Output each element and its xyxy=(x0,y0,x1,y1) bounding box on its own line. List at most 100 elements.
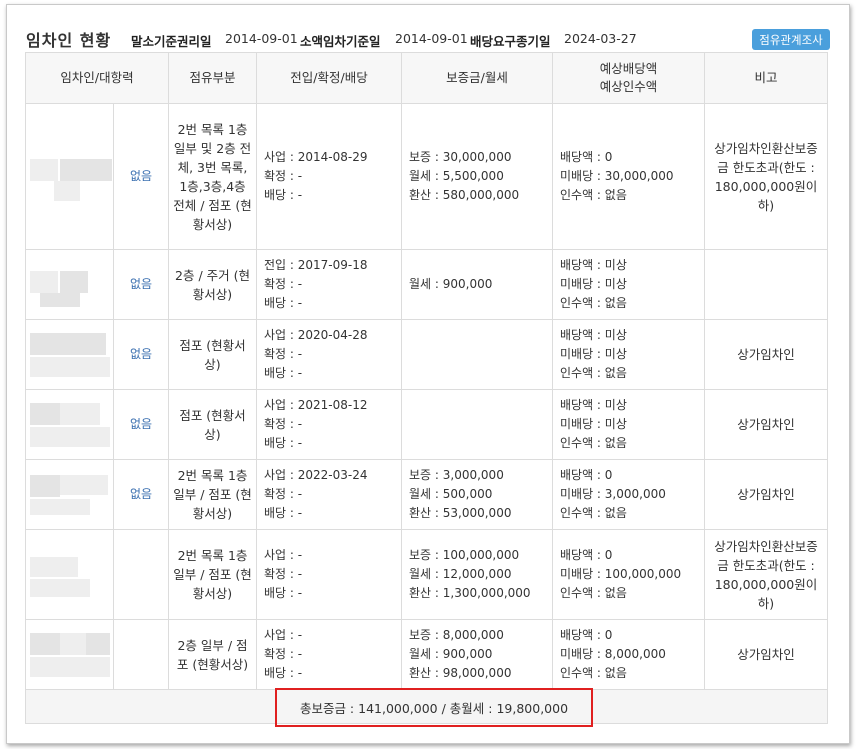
dividend-line: 미배당 : 30,000,000 xyxy=(560,169,674,183)
dividend-line: 인수액 : 없음 xyxy=(560,506,627,520)
deposit-line: 월세 : 5,500,000 xyxy=(409,169,504,183)
opposability-link[interactable]: 없음 xyxy=(130,417,152,431)
dividend-line: 배당액 : 0 xyxy=(560,468,613,482)
expected-dividend-cell: 배당액 : 0 미배당 : 30,000,000 인수액 : 없음 xyxy=(552,103,705,250)
deposit-line: 보증 : 3,000,000 xyxy=(409,468,504,482)
deposit-line: 월세 : 12,000,000 xyxy=(409,567,512,581)
blur-block xyxy=(40,292,80,307)
cancel-base-date-value: 2014-09-01 xyxy=(225,31,298,46)
date-line: 전입 : 2017-09-18 xyxy=(264,258,368,272)
date-line: 배당 : - xyxy=(264,366,303,380)
table-row: 없음 2번 목록 1층 일부 / 점포 (현황서상) 사업 : 2022-03-24… xyxy=(25,459,828,530)
opposability-cell: 없음 xyxy=(113,459,169,530)
blur-block xyxy=(60,158,88,181)
panel-title: 임차인 현황 xyxy=(26,31,112,50)
dividend-deadline-value: 2024-03-27 xyxy=(564,31,637,46)
redacted-name-blur xyxy=(30,257,109,313)
deposit-line: 환산 : 53,000,000 xyxy=(409,506,512,520)
date-line: 배당 : - xyxy=(264,436,303,450)
note-cell: 상가임차인 xyxy=(704,459,828,530)
redacted-name-blur xyxy=(30,547,109,603)
opposability-link[interactable]: 없음 xyxy=(130,487,152,501)
deposit-line: 환산 : 580,000,000 xyxy=(409,188,520,202)
dividend-line: 인수액 : 없음 xyxy=(560,436,627,450)
note-cell: 상가임차인환산보증금 한도초과(한도 : 180,000,000원이하) xyxy=(704,103,828,250)
table-header-row: 임차인/대항력 점유부분 전입/확정/배당 보증금/월세 예상배당액 예상인수액 … xyxy=(25,52,828,104)
small-lease-date-label: 소액임차기준일 xyxy=(300,34,381,49)
col-note: 비고 xyxy=(704,52,828,104)
deposit-rent-cell: 월세 : 900,000 xyxy=(401,249,553,320)
blur-block xyxy=(58,556,78,577)
note-cell: 상가임차인 xyxy=(704,619,828,690)
opposability-cell: 없음 xyxy=(113,319,169,390)
move-in-dates-cell: 사업 : 2022-03-24 확정 : - 배당 : - xyxy=(256,459,402,530)
blur-block xyxy=(60,402,100,425)
tenant-status-panel: 임차인 현황 말소기준권리일 2014-09-01 소액임차기준일 2014-0… xyxy=(6,4,850,744)
date-line: 확정 : - xyxy=(264,277,303,291)
table-row: 2층 일부 / 점포 (현황서상) 사업 : - 확정 : - 배당 : - 보증 : … xyxy=(25,619,828,690)
blur-block xyxy=(30,474,60,497)
date-line: 확정 : - xyxy=(264,487,303,501)
table-row: 없음 점포 (현황서상) 사업 : 2021-08-12 확정 : - 배당 : - 배당… xyxy=(25,389,828,460)
date-line: 확정 : - xyxy=(264,567,303,581)
opposability-link[interactable]: 없음 xyxy=(130,277,152,291)
col-dividend-line1: 예상배당액 xyxy=(599,61,658,76)
date-line: 확정 : - xyxy=(264,169,303,183)
date-line: 확정 : - xyxy=(264,647,303,661)
col-dividend-line2: 예상인수액 xyxy=(599,79,658,94)
occupied-part-cell: 2번 목록 1층 일부 / 점포 (현황서상) xyxy=(168,459,257,530)
expected-dividend-cell: 배당액 : 0 미배당 : 8,000,000 인수액 : 없음 xyxy=(552,619,705,690)
opposability-cell: 없음 xyxy=(113,389,169,460)
dividend-line: 미배당 : 미상 xyxy=(560,417,627,431)
blur-block xyxy=(86,158,112,181)
small-lease-date-value: 2014-09-01 xyxy=(395,31,468,46)
date-line: 배당 : - xyxy=(264,586,303,600)
occupancy-survey-button[interactable]: 점유관계조사 xyxy=(752,29,830,50)
tenant-name-redacted xyxy=(25,529,114,620)
date-line: 사업 : - xyxy=(264,548,303,562)
blur-block xyxy=(30,556,58,577)
expected-dividend-cell: 배당액 : 0 미배당 : 100,000,000 인수액 : 없음 xyxy=(552,529,705,620)
col-dates: 전입/확정/배당 xyxy=(256,52,402,104)
blur-block xyxy=(60,270,88,293)
blur-block xyxy=(30,158,58,181)
redacted-name-blur xyxy=(30,397,110,453)
opposability-link[interactable]: 없음 xyxy=(130,169,152,183)
deposit-line: 보증 : 8,000,000 xyxy=(409,628,504,642)
expected-dividend-cell: 배당액 : 미상 미배당 : 미상 인수액 : 없음 xyxy=(552,319,705,390)
date-line: 확정 : - xyxy=(264,347,303,361)
dividend-line: 배당액 : 0 xyxy=(560,628,613,642)
deposit-line: 보증 : 100,000,000 xyxy=(409,548,520,562)
tenant-name-redacted xyxy=(25,249,114,320)
deposit-rent-cell: 보증 : 8,000,000 월세 : 900,000 환산 : 98,000,00… xyxy=(401,619,553,690)
deposit-line: 월세 : 900,000 xyxy=(409,647,493,661)
blur-block xyxy=(60,474,108,495)
col-part: 점유부분 xyxy=(168,52,257,104)
opposability-cell xyxy=(113,529,169,620)
tenant-name-redacted xyxy=(25,319,114,390)
dividend-line: 미배당 : 3,000,000 xyxy=(560,487,666,501)
move-in-dates-cell: 사업 : 2021-08-12 확정 : - 배당 : - xyxy=(256,389,402,460)
blur-block xyxy=(30,332,66,355)
deposit-line: 환산 : 1,300,000,000 xyxy=(409,586,531,600)
deposit-line: 환산 : 98,000,000 xyxy=(409,666,512,680)
occupied-part-cell: 점포 (현황서상) xyxy=(168,319,257,390)
opposability-link[interactable]: 없음 xyxy=(130,347,152,361)
totals-summary: 총보증금 : 141,000,000 / 총월세 : 19,800,000 xyxy=(275,688,593,727)
redacted-name-blur xyxy=(30,149,112,205)
occupied-part-cell: 2번 목록 1층 일부 및 2층 전체, 3번 목록, 1층,3층,4층 전체 … xyxy=(168,103,257,250)
dividend-line: 미배당 : 8,000,000 xyxy=(560,647,666,661)
dividend-line: 인수액 : 없음 xyxy=(560,666,627,680)
note-cell: 상가임차인 xyxy=(704,389,828,460)
dividend-line: 미배당 : 100,000,000 xyxy=(560,567,682,581)
table-row: 없음 점포 (현황서상) 사업 : 2020-04-28 확정 : - 배당 : - 배당… xyxy=(25,319,828,390)
occupied-part-cell: 2층 / 주거 (현황서상) xyxy=(168,249,257,320)
tenant-name-redacted xyxy=(25,459,114,530)
blur-block xyxy=(30,356,110,377)
expected-dividend-cell: 배당액 : 미상 미배당 : 미상 인수액 : 없음 xyxy=(552,249,705,320)
cancel-base-date-label: 말소기준권리일 xyxy=(131,34,212,49)
date-line: 사업 : 2021-08-12 xyxy=(264,398,368,412)
col-tenant: 임차인/대항력 xyxy=(25,52,169,104)
date-line: 확정 : - xyxy=(264,417,303,431)
dividend-deadline-label: 배당요구종기일 xyxy=(470,34,551,49)
